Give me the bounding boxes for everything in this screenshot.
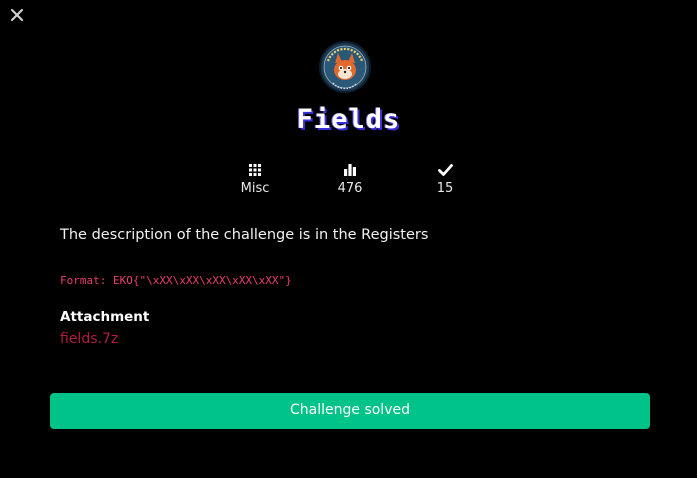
stat-solves: 15: [405, 163, 485, 196]
challenge-title: Fields: [296, 104, 401, 135]
stat-category: Misc: [215, 163, 295, 196]
flag-format: Format: EKO{"\xXX\xXX\xXX\xXX\xXX"}: [60, 274, 292, 287]
attachment-link[interactable]: fields.7z: [60, 331, 118, 347]
stat-points-value: 476: [337, 181, 363, 196]
stat-points: 476: [310, 163, 390, 196]
check-icon: [405, 163, 485, 177]
category-grid-icon: [215, 163, 295, 177]
close-button[interactable]: [8, 6, 26, 24]
bar-chart-icon: [310, 163, 390, 177]
stat-solves-value: 15: [436, 181, 454, 196]
event-logo: [319, 41, 371, 93]
stat-category-value: Misc: [240, 181, 270, 196]
close-icon: [10, 8, 24, 22]
challenge-solved-button[interactable]: Challenge solved: [50, 393, 650, 429]
attachment-heading: Attachment: [60, 309, 150, 325]
challenge-description: The description of the challenge is in t…: [60, 227, 429, 243]
